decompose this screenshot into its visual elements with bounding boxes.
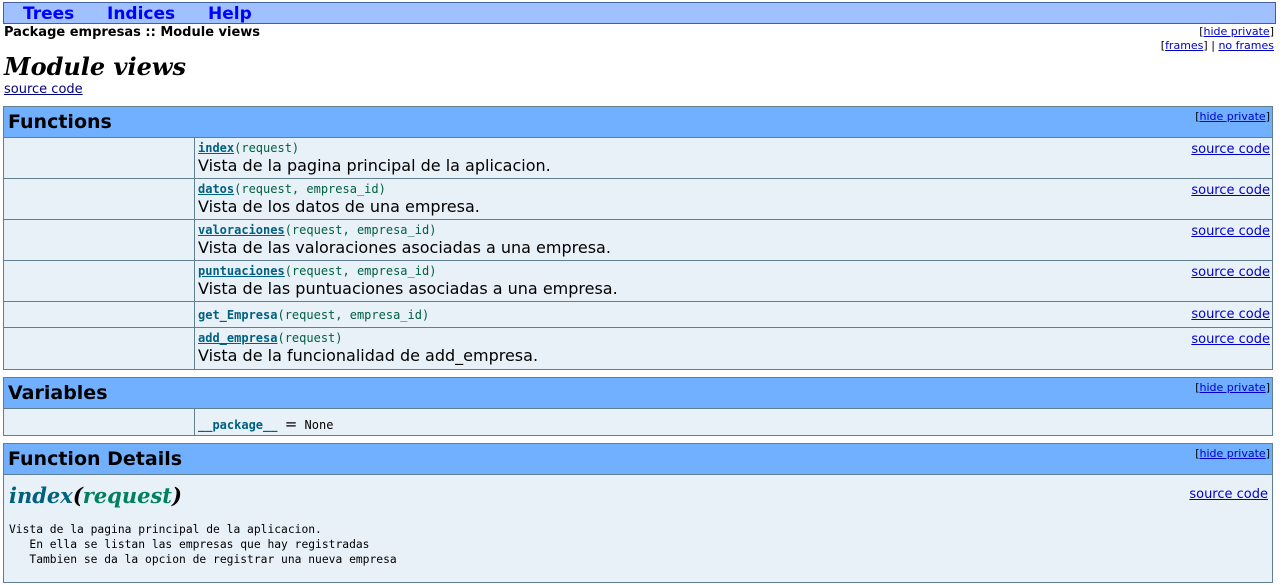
function-signature: get_Empresa(request, empresa_id) bbox=[198, 308, 429, 322]
top-hide-private-link[interactable]: hide private bbox=[1204, 25, 1270, 38]
variable-entry: __package__ = None bbox=[198, 415, 333, 433]
variables-header: Variables [hide private] bbox=[4, 378, 1272, 409]
function-description: Vista de la pagina principal de la aplic… bbox=[198, 156, 551, 175]
nav-trees-link[interactable]: Trees bbox=[23, 4, 74, 24]
function-link-get-empresa[interactable]: get_Empresa bbox=[198, 308, 277, 322]
variables-title: Variables bbox=[8, 382, 108, 404]
function-link-valoraciones[interactable]: valoraciones bbox=[198, 223, 285, 237]
function-row-datos: datos(request, empresa_id) Vista de los … bbox=[4, 179, 1272, 220]
functions-header: Functions [hide private] bbox=[4, 107, 1272, 138]
variables-hide-private-link[interactable]: hide private bbox=[1200, 381, 1266, 394]
variable-link-package[interactable]: __package__ bbox=[198, 418, 277, 432]
function-details-title: Function Details bbox=[8, 448, 183, 470]
details-hide-private-link[interactable]: hide private bbox=[1200, 447, 1266, 460]
variables-section: Variables [hide private] __package__ = N… bbox=[3, 377, 1273, 436]
variables-hide-private: [hide private] bbox=[1195, 381, 1270, 394]
function-description: Vista de los datos de una empresa. bbox=[198, 197, 480, 216]
row-left-cell bbox=[4, 179, 195, 219]
functions-section: Functions [hide private] index(request) … bbox=[3, 106, 1273, 370]
function-row-get-empresa: get_Empresa(request, empresa_id) source … bbox=[4, 302, 1272, 328]
functions-hide-private: [hide private] bbox=[1195, 110, 1270, 123]
function-row-add-empresa: add_empresa(request) Vista de la funcion… bbox=[4, 328, 1272, 369]
function-description: Vista de las valoraciones asociadas a un… bbox=[198, 238, 611, 257]
details-hide-private: [hide private] bbox=[1195, 447, 1270, 460]
function-source-link[interactable]: source code bbox=[1191, 307, 1270, 322]
page-title: Module views bbox=[4, 52, 187, 81]
detail-function-name: index bbox=[9, 483, 73, 508]
function-signature: add_empresa(request) bbox=[198, 331, 343, 345]
function-link-puntuaciones[interactable]: puntuaciones bbox=[198, 264, 285, 278]
variable-value: None bbox=[304, 418, 334, 432]
detail-source-link[interactable]: source code bbox=[1189, 487, 1268, 502]
function-row-index: index(request) Vista de la pagina princi… bbox=[4, 138, 1272, 179]
module-source-code-link[interactable]: source code bbox=[4, 82, 83, 97]
function-link-add-empresa[interactable]: add_empresa bbox=[198, 331, 277, 345]
row-left-cell bbox=[4, 138, 195, 178]
function-params: (request, empresa_id) bbox=[284, 223, 437, 237]
nav-help-link[interactable]: Help bbox=[208, 4, 252, 24]
top-hide-private: [hide private] bbox=[1199, 25, 1274, 38]
row-left-cell bbox=[4, 409, 195, 435]
function-params: (request, empresa_id) bbox=[284, 264, 437, 278]
detail-docstring: Vista de la pagina principal de la aplic… bbox=[9, 523, 397, 566]
function-params: (request) bbox=[277, 331, 343, 345]
row-left-cell bbox=[4, 328, 195, 369]
function-details-section: Function Details [hide private] index(re… bbox=[3, 443, 1273, 583]
function-signature: datos(request, empresa_id) bbox=[198, 182, 386, 196]
function-signature: valoraciones(request, empresa_id) bbox=[198, 223, 436, 237]
function-signature: puntuaciones(request, empresa_id) bbox=[198, 264, 436, 278]
breadcrumb: Package empresas :: Module views bbox=[4, 25, 261, 40]
function-params: (request, empresa_id) bbox=[234, 182, 386, 196]
function-link-index[interactable]: index bbox=[198, 141, 234, 155]
function-detail-index: index(request) source code Vista de la p… bbox=[4, 475, 1272, 585]
function-details-header: Function Details [hide private] bbox=[4, 444, 1272, 475]
row-left-cell bbox=[4, 302, 195, 327]
detail-close-paren: ) bbox=[172, 483, 182, 508]
navbar: Trees Indices Help bbox=[3, 2, 1276, 24]
row-left-cell bbox=[4, 220, 195, 260]
function-link-datos[interactable]: datos bbox=[198, 182, 234, 196]
function-source-link[interactable]: source code bbox=[1191, 183, 1270, 198]
function-row-valoraciones: valoraciones(request, empresa_id) Vista … bbox=[4, 220, 1272, 261]
detail-function-param: request bbox=[82, 483, 173, 508]
function-params: (request, empresa_id) bbox=[277, 308, 430, 322]
function-description: Vista de las puntuaciones asociadas a un… bbox=[198, 279, 618, 298]
function-source-link[interactable]: source code bbox=[1191, 265, 1270, 280]
no-frames-link[interactable]: no frames bbox=[1218, 39, 1274, 52]
variable-row-package: __package__ = None bbox=[4, 409, 1272, 435]
row-left-cell bbox=[4, 261, 195, 301]
function-description: Vista de la funcionalidad de add_empresa… bbox=[198, 346, 539, 365]
functions-hide-private-link[interactable]: hide private bbox=[1200, 110, 1266, 123]
detail-function-title: index(request) bbox=[9, 483, 182, 508]
frames-links: [frames] | no frames bbox=[1160, 39, 1274, 52]
function-source-link[interactable]: source code bbox=[1191, 332, 1270, 347]
function-signature: index(request) bbox=[198, 141, 299, 155]
function-source-link[interactable]: source code bbox=[1191, 224, 1270, 239]
function-source-link[interactable]: source code bbox=[1191, 142, 1270, 157]
frames-link[interactable]: frames bbox=[1165, 39, 1203, 52]
function-params: (request) bbox=[234, 141, 300, 155]
nav-indices-link[interactable]: Indices bbox=[107, 4, 175, 24]
variable-equals: = bbox=[284, 415, 298, 433]
detail-open-paren: ( bbox=[72, 483, 83, 508]
frames-separator: | bbox=[1211, 39, 1215, 52]
function-row-puntuaciones: puntuaciones(request, empresa_id) Vista … bbox=[4, 261, 1272, 302]
functions-title: Functions bbox=[8, 111, 112, 133]
